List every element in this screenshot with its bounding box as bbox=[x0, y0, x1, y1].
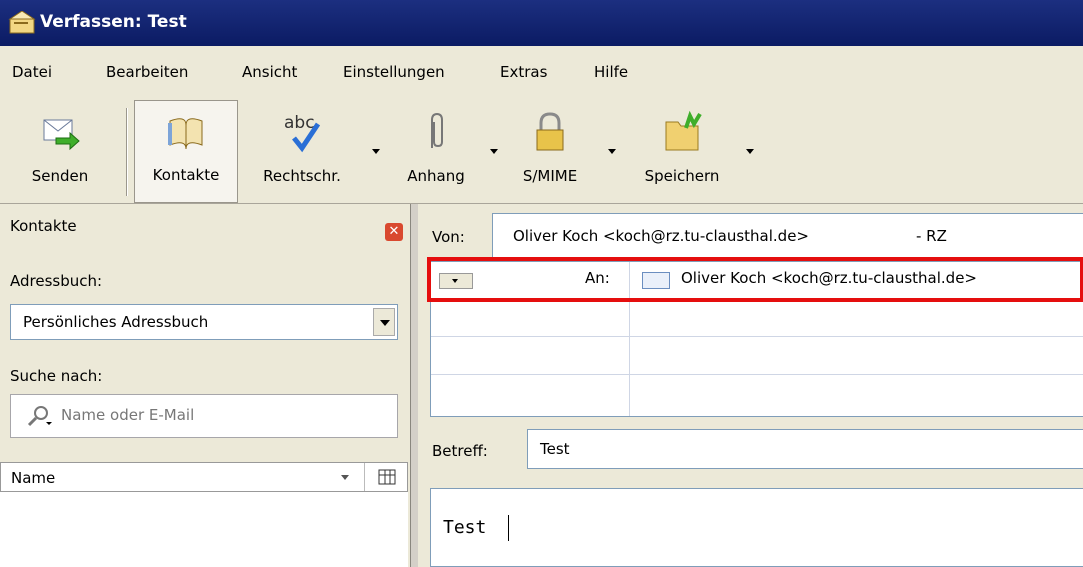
subject-value: Test bbox=[540, 440, 570, 458]
smime-button[interactable]: S/MIME bbox=[502, 100, 598, 203]
name-column-header[interactable]: Name bbox=[0, 462, 408, 492]
chevron-down-icon[interactable] bbox=[373, 308, 395, 336]
column-picker-icon[interactable] bbox=[364, 463, 409, 491]
addressbook-select[interactable]: Persönliches Adressbuch bbox=[10, 304, 398, 340]
spellcheck-dropdown-icon[interactable] bbox=[372, 149, 380, 154]
sort-arrow-icon bbox=[341, 475, 349, 480]
title-bar: Verfassen: Test bbox=[0, 0, 1083, 46]
addressbook-value: Persönliches Adressbuch bbox=[23, 313, 209, 331]
addressbook-label: Adressbuch: bbox=[10, 272, 103, 290]
save-label: Speichern bbox=[644, 167, 720, 185]
send-button[interactable]: Senden bbox=[10, 100, 110, 203]
search-icon bbox=[27, 406, 52, 427]
menu-datei[interactable]: Datei bbox=[12, 63, 52, 81]
from-label: Von: bbox=[432, 228, 465, 246]
window-title: Verfassen: Test bbox=[40, 12, 187, 32]
attach-label: Anhang bbox=[407, 167, 465, 185]
contacts-button[interactable]: Kontakte bbox=[134, 100, 238, 203]
lock-icon bbox=[536, 112, 564, 151]
contacts-sidebar: Kontakte ✕ Adressbuch: Persönliches Adre… bbox=[0, 204, 411, 567]
send-label: Senden bbox=[31, 167, 89, 185]
contacts-label: Kontakte bbox=[152, 166, 220, 184]
message-body[interactable]: Test bbox=[430, 488, 1083, 567]
recipients-row-line bbox=[431, 374, 1083, 375]
from-value: Oliver Koch <koch@rz.tu-clausthal.de> bbox=[513, 227, 809, 245]
menu-bearbeiten[interactable]: Bearbeiten bbox=[106, 63, 188, 81]
menu-hilfe[interactable]: Hilfe bbox=[594, 63, 628, 81]
send-icon bbox=[43, 119, 80, 151]
toolbar: Senden Kontakte abc Rechtschr. Anhang S/… bbox=[0, 100, 1083, 204]
spellcheck-icon-text: abc bbox=[284, 113, 315, 133]
save-button[interactable]: Speichern bbox=[622, 100, 742, 203]
save-folder-icon bbox=[665, 110, 702, 151]
menu-ansicht[interactable]: Ansicht bbox=[242, 63, 297, 81]
paperclip-icon bbox=[431, 112, 443, 148]
highlight-box bbox=[427, 257, 1083, 302]
from-suffix: - RZ bbox=[916, 227, 947, 245]
address-book-icon bbox=[168, 118, 203, 150]
contacts-list[interactable] bbox=[0, 492, 408, 567]
sidebar-title: Kontakte bbox=[10, 217, 77, 235]
name-column-label: Name bbox=[11, 469, 56, 487]
toolbar-separator bbox=[126, 108, 128, 196]
smime-dropdown-icon[interactable] bbox=[608, 149, 616, 154]
spellcheck-button[interactable]: abc Rechtschr. bbox=[240, 100, 364, 203]
recipients-row-line bbox=[431, 336, 1083, 337]
text-caret bbox=[508, 515, 509, 541]
attach-button[interactable]: Anhang bbox=[384, 100, 488, 203]
spellcheck-label: Rechtschr. bbox=[263, 167, 341, 185]
from-field[interactable]: Oliver Koch <koch@rz.tu-clausthal.de> - … bbox=[492, 213, 1083, 259]
menu-bar: Datei Bearbeiten Ansicht Einstellungen E… bbox=[0, 46, 1083, 101]
compose-app-icon bbox=[8, 11, 36, 34]
menu-einstellungen[interactable]: Einstellungen bbox=[343, 63, 445, 81]
search-label: Suche nach: bbox=[10, 367, 103, 385]
subject-field[interactable]: Test bbox=[527, 429, 1083, 469]
smime-label: S/MIME bbox=[522, 167, 578, 185]
subject-label: Betreff: bbox=[432, 442, 488, 460]
search-placeholder: Name oder E-Mail bbox=[61, 406, 195, 424]
spellcheck-icon: abc bbox=[284, 113, 321, 153]
attach-dropdown-icon[interactable] bbox=[490, 149, 498, 154]
sidebar-header: Kontakte ✕ bbox=[0, 204, 410, 250]
menu-extras[interactable]: Extras bbox=[500, 63, 547, 81]
message-body-text: Test bbox=[443, 517, 487, 538]
save-dropdown-icon[interactable] bbox=[746, 149, 754, 154]
close-icon[interactable]: ✕ bbox=[385, 223, 403, 241]
search-input[interactable]: Name oder E-Mail bbox=[10, 394, 398, 438]
